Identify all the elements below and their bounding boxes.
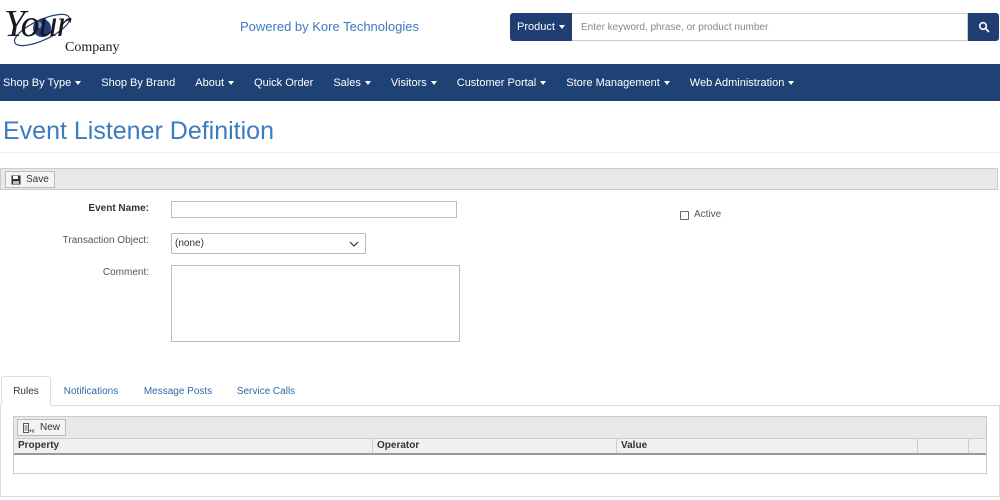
active-label: Active (694, 209, 722, 220)
title-divider (0, 152, 1000, 153)
nav-label: Web Administration (689, 76, 785, 89)
save-button-label: Save (26, 174, 49, 185)
nav-sales[interactable]: Sales (323, 64, 381, 101)
main-nav: Shop By Type Shop By Brand About Quick O… (0, 64, 1000, 101)
nav-label: Customer Portal (456, 76, 537, 89)
tab-message-posts[interactable]: Message Posts (136, 376, 220, 406)
page-title: Event Listener Definition (3, 117, 274, 145)
logo-text-company: Company (65, 40, 120, 55)
active-checkbox[interactable] (680, 211, 689, 220)
caret-down-icon (558, 25, 565, 29)
nav-label: About (195, 76, 225, 89)
nav-label: Shop By Type (3, 76, 72, 89)
nav-web-administration[interactable]: Web Administration (680, 64, 805, 101)
transaction-object-label: Transaction Object: (62, 235, 149, 246)
nav-shop-by-brand[interactable]: Shop By Brand (91, 64, 185, 101)
caret-down-icon (364, 80, 371, 85)
company-logo[interactable]: Your Company (2, 3, 119, 58)
tab-notifications[interactable]: Notifications (56, 376, 126, 406)
new-button-label: New (40, 422, 61, 433)
tab-bar: Rules Notifications Message Posts Servic… (0, 376, 1000, 406)
search-bar: Product Enter keyword, phrase, or produc… (510, 13, 999, 41)
nav-label: Store Management (566, 76, 660, 89)
svg-text:+c: +c (29, 428, 35, 433)
form-toolbar: Save (0, 168, 998, 190)
grid-header-row: Property Operator Value (14, 439, 986, 455)
chevron-down-icon (349, 241, 359, 247)
product-dropdown-button[interactable]: Product (510, 13, 572, 41)
caret-down-icon (430, 80, 437, 85)
column-header-value[interactable]: Value (617, 439, 918, 453)
comment-label: Comment: (102, 267, 149, 278)
search-button[interactable] (968, 13, 999, 41)
logo-text-your: Your (4, 3, 71, 45)
caret-down-icon (75, 80, 82, 85)
event-name-input[interactable] (171, 201, 457, 218)
search-icon (978, 21, 989, 33)
floppy-disk-icon (11, 175, 21, 184)
comment-textarea[interactable] (171, 265, 460, 342)
new-rule-icon: +c (23, 422, 35, 433)
rules-grid: +c New Property Operator Value (13, 416, 987, 474)
powered-by-text: Powered by Kore Technologies (240, 19, 419, 34)
event-name-label: Event Name: (88, 203, 149, 214)
transaction-object-value: (none) (175, 238, 204, 249)
nav-quick-order[interactable]: Quick Order (244, 64, 323, 101)
column-header-property[interactable]: Property (14, 439, 373, 453)
nav-label: Sales (333, 76, 361, 89)
rules-tab-panel: +c New Property Operator Value (0, 405, 1000, 497)
product-dropdown-label: Product (517, 21, 555, 33)
nav-about[interactable]: About (185, 64, 244, 101)
search-placeholder: Enter keyword, phrase, or product number (581, 21, 769, 33)
nav-store-management[interactable]: Store Management (556, 64, 680, 101)
nav-visitors[interactable]: Visitors (381, 64, 447, 101)
transaction-object-select[interactable]: (none) (171, 233, 366, 254)
nav-shop-by-type[interactable]: Shop By Type (0, 64, 91, 101)
nav-label: Quick Order (254, 76, 314, 89)
column-header-operator[interactable]: Operator (373, 439, 617, 453)
caret-down-icon (788, 80, 795, 85)
caret-down-icon (228, 80, 235, 85)
column-header-blank-2 (969, 439, 986, 453)
search-input[interactable]: Enter keyword, phrase, or product number (572, 13, 968, 41)
tab-service-calls[interactable]: Service Calls (229, 376, 303, 406)
tab-rules[interactable]: Rules (1, 376, 51, 406)
site-header: Your Company Powered by Kore Technologie… (0, 0, 1000, 64)
new-rule-button[interactable]: +c New (17, 419, 67, 436)
save-button[interactable]: Save (5, 171, 55, 188)
nav-customer-portal[interactable]: Customer Portal (447, 64, 556, 101)
nav-label: Visitors (390, 76, 427, 89)
nav-label: Shop By Brand (101, 76, 176, 89)
column-header-blank-1 (918, 439, 969, 453)
caret-down-icon (663, 80, 670, 85)
grid-toolbar: +c New (14, 417, 986, 439)
caret-down-icon (540, 80, 547, 85)
